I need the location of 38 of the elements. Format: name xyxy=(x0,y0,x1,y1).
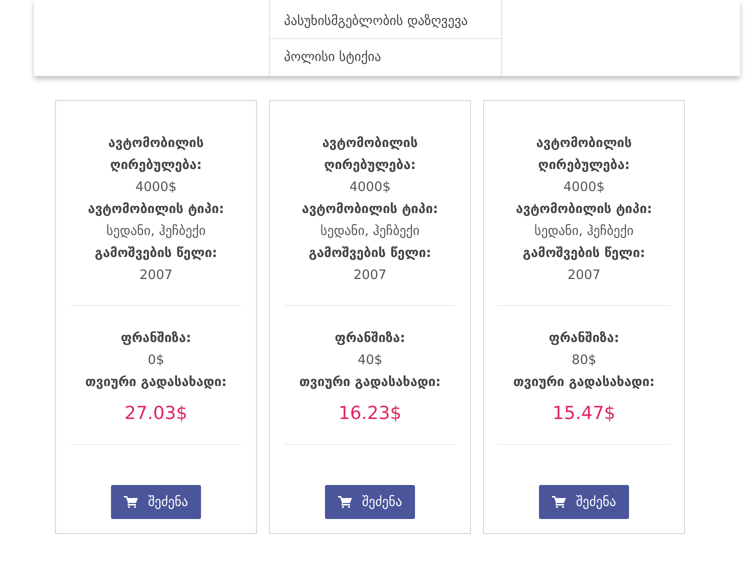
deductible-label: ფრანშიზა: xyxy=(334,330,406,348)
field-label: ავტომობილის ტიპი: xyxy=(302,201,438,219)
field-label: ავტომობილის ღირებულება: xyxy=(535,135,633,175)
buy-button[interactable]: შეძენა xyxy=(538,485,630,519)
field-value: 2007 xyxy=(353,267,387,285)
deductible-value: 40$ xyxy=(358,352,382,370)
field-value: სედანი, ჰეჩბექი xyxy=(106,223,206,241)
field-label: გამოშვების წელი: xyxy=(522,245,646,263)
buy-button[interactable]: შეძენა xyxy=(110,485,202,519)
field-value: 2007 xyxy=(139,267,173,285)
deductible-value: 0$ xyxy=(148,352,164,370)
monthly-price: 15.47$ xyxy=(552,402,616,426)
field-value: 2007 xyxy=(567,267,601,285)
cart-icon xyxy=(552,496,566,508)
field-label: გამოშვების წელი: xyxy=(94,245,218,263)
monthly-label: თვიური გადასახადი: xyxy=(85,374,227,392)
field-value: 4000$ xyxy=(135,179,177,197)
field-label: გამოშვების წელი: xyxy=(308,245,432,263)
monthly-label: თვიური გადასახადი: xyxy=(513,374,655,392)
field-value: სედანი, ჰეჩბექი xyxy=(534,223,634,241)
deductible-label: ფრანშიზა: xyxy=(548,330,620,348)
field-value: 4000$ xyxy=(563,179,605,197)
monthly-price: 27.03$ xyxy=(124,402,188,426)
monthly-label: თვიური გადასახადი: xyxy=(299,374,441,392)
cart-icon xyxy=(124,496,138,508)
field-value: სედანი, ჰეჩბექი xyxy=(320,223,420,241)
field-value: 4000$ xyxy=(349,179,391,197)
buy-button[interactable]: შეძენა xyxy=(324,485,416,519)
field-label: ავტომობილის ღირებულება: xyxy=(107,135,205,175)
field-label: ავტომობილის ტიპი: xyxy=(516,201,652,219)
field-label: ავტომობილის ტიპი: xyxy=(88,201,224,219)
deductible-value: 80$ xyxy=(572,352,596,370)
monthly-price: 16.23$ xyxy=(338,402,402,426)
menu-item[interactable]: პოლისი სტიქია xyxy=(270,38,501,76)
deductible-label: ფრანშიზა: xyxy=(120,330,192,348)
menu-item[interactable]: პასუხისმგებლობის დაზღვევა xyxy=(270,14,501,38)
cart-icon xyxy=(338,496,352,508)
field-label: ავტომობილის ღირებულება: xyxy=(321,135,419,175)
